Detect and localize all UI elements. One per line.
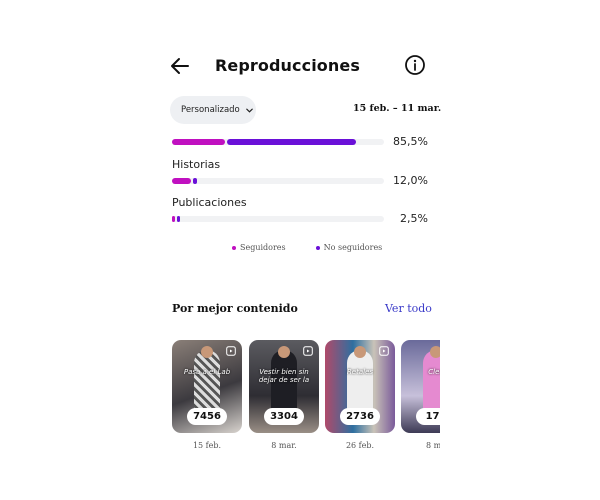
non-followers-segment xyxy=(227,139,357,145)
view-count: 170 xyxy=(416,408,440,425)
reel-caption: Clea xyxy=(428,368,440,376)
legend-followers: Seguidores xyxy=(232,243,286,252)
reel-date: 26 feb. xyxy=(345,441,375,450)
reel-date: 8 ma xyxy=(426,441,440,450)
non-followers-segment xyxy=(177,216,181,222)
reel-thumbnail: Vestir bien sin dejar de ser la 3304 xyxy=(249,340,319,433)
reel-thumbnail: Clea 170 xyxy=(401,340,440,433)
reel-date: 8 mar. xyxy=(271,441,297,450)
legend-followers-label: Seguidores xyxy=(240,243,286,252)
non-followers-dot-icon xyxy=(315,246,320,250)
followers-segment xyxy=(172,178,192,184)
info-button[interactable] xyxy=(404,54,426,76)
reel-date: 15 feb. xyxy=(192,441,222,450)
view-count: 2736 xyxy=(340,408,380,425)
info-circle-icon xyxy=(405,55,425,75)
reel-thumbnail: Pasa a el Lab 7456 xyxy=(172,340,242,433)
reel-caption: Vestir bien sin dejar de ser la xyxy=(258,368,310,384)
breakdown-label: Historias xyxy=(172,158,221,171)
header: Reproducciones xyxy=(168,52,430,82)
followers-segment xyxy=(172,139,225,145)
back-button[interactable] xyxy=(168,54,192,78)
reels-icon xyxy=(226,346,236,356)
reel-caption: Retales xyxy=(346,368,374,376)
breakdown-percent: 2,5% xyxy=(400,212,428,225)
breakdown-percent: 85,5% xyxy=(393,135,428,148)
see-all-link[interactable]: Ver todo xyxy=(385,302,432,315)
breakdown-percent: 12,0% xyxy=(393,174,428,187)
reels-icon xyxy=(379,346,389,356)
date-range: 15 feb. – 11 mar. xyxy=(353,103,442,114)
view-count: 3304 xyxy=(264,408,304,425)
top-content-carousel[interactable]: Pasa a el Lab 7456 15 feb. Vestir bien s… xyxy=(172,340,440,460)
reels-icon xyxy=(303,346,313,356)
reel-card[interactable]: Pasa a el Lab 7456 15 feb. xyxy=(172,340,242,450)
chevron-down-icon xyxy=(245,108,253,113)
legend-non-followers-label: No seguidores xyxy=(323,243,383,252)
date-filter-dropdown[interactable]: Personalizado xyxy=(170,96,256,124)
progress-track xyxy=(172,178,384,184)
reel-thumbnail: Retales 2736 xyxy=(325,340,395,433)
page-title: Reproducciones xyxy=(215,56,360,75)
breakdown-row-stories: Historias 12,0% xyxy=(172,158,430,190)
followers-segment xyxy=(172,216,176,222)
view-count: 7456 xyxy=(187,408,227,425)
reel-card[interactable]: Clea 170 8 ma xyxy=(401,340,440,450)
section-title: Por mejor contenido xyxy=(172,302,298,315)
reel-card[interactable]: Retales 2736 26 feb. xyxy=(325,340,395,450)
legend: Seguidores No seguidores xyxy=(232,243,382,252)
legend-non-followers: No seguidores xyxy=(315,243,383,252)
breakdown-label: Publicaciones xyxy=(172,196,247,209)
non-followers-segment xyxy=(193,178,198,184)
date-filter-label: Personalizado xyxy=(181,105,240,115)
reel-caption: Pasa a el Lab xyxy=(183,368,231,376)
arrow-left-icon xyxy=(171,58,189,74)
breakdown-row-reels: 85,5% xyxy=(172,132,430,152)
followers-dot-icon xyxy=(232,246,236,250)
progress-track xyxy=(172,139,384,145)
reel-card[interactable]: Vestir bien sin dejar de ser la 3304 8 m… xyxy=(249,340,319,450)
breakdown-row-posts: Publicaciones 2,5% xyxy=(172,196,430,228)
progress-track xyxy=(172,216,384,222)
